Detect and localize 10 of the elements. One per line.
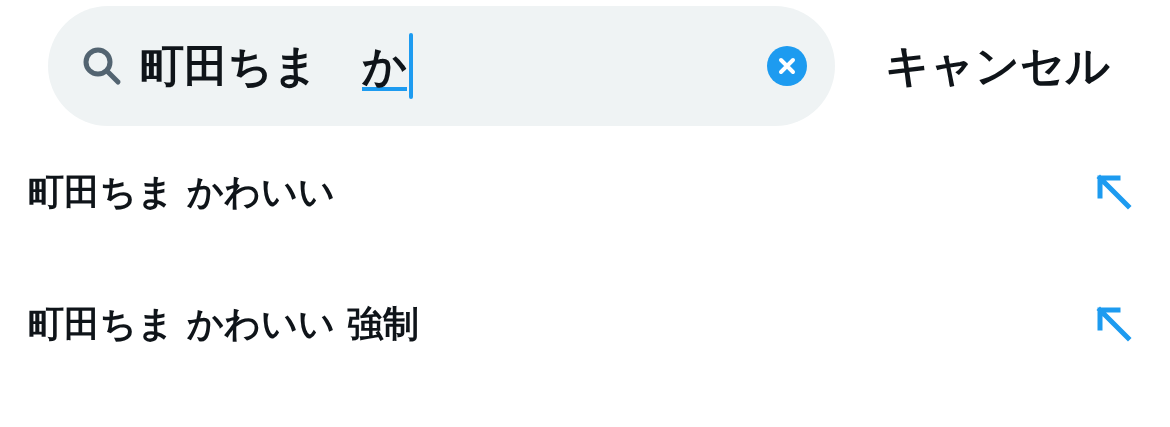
search-field[interactable]: 町田ちま か xyxy=(48,6,835,126)
cancel-button[interactable]: キャンセル xyxy=(885,36,1110,96)
suggestion-item[interactable]: 町田ちま かわいい 強制 xyxy=(28,299,420,349)
arrow-icon[interactable] xyxy=(1096,306,1132,342)
text-cursor xyxy=(409,33,413,99)
search-icon xyxy=(82,46,122,86)
arrow-icon[interactable] xyxy=(1096,174,1132,210)
clear-icon[interactable] xyxy=(767,46,807,86)
suggestion-item[interactable]: 町田ちま かわいい xyxy=(28,167,335,217)
search-text: 町田ちま か xyxy=(140,38,407,93)
